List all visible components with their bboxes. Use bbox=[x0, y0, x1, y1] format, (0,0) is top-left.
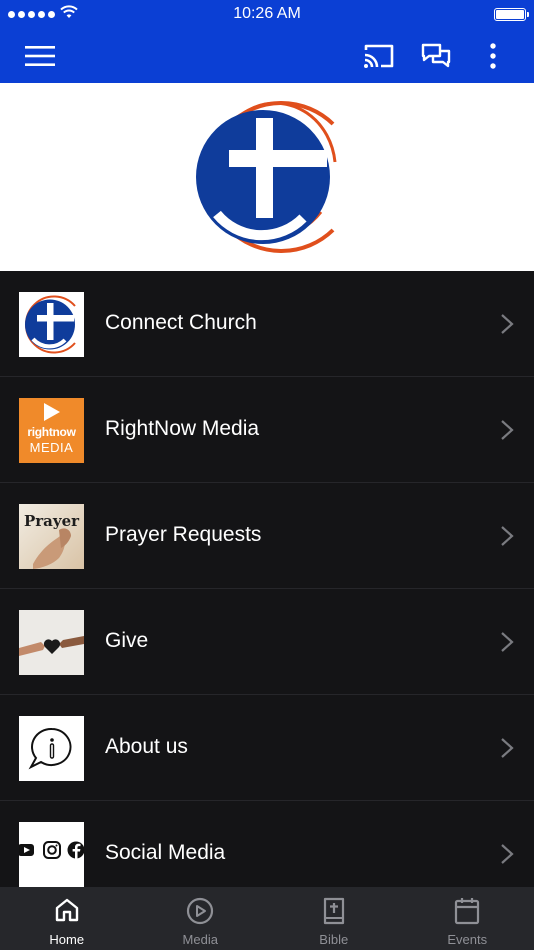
tab-media[interactable]: Media bbox=[134, 887, 268, 950]
chevron-right-icon bbox=[501, 526, 514, 546]
tab-events[interactable]: Events bbox=[401, 887, 534, 950]
menu-item-rightnow-media[interactable]: rightnow MEDIA RightNow Media bbox=[0, 377, 534, 483]
status-time: 10:26 AM bbox=[233, 5, 301, 22]
bible-icon bbox=[323, 897, 344, 925]
church-logo-thumb bbox=[19, 292, 84, 357]
tab-label: Home bbox=[49, 932, 85, 947]
play-circle-icon bbox=[187, 897, 214, 925]
calendar-icon bbox=[455, 898, 480, 925]
menu-item-label: RightNow Media bbox=[105, 417, 260, 440]
tab-bible[interactable]: Bible bbox=[267, 887, 401, 950]
menu-item-label: Prayer Requests bbox=[105, 523, 262, 546]
tab-label: Events bbox=[447, 932, 488, 947]
menu-item-label: Connect Church bbox=[105, 311, 257, 334]
tab-label: Media bbox=[182, 932, 218, 947]
battery-icon bbox=[494, 8, 529, 21]
home-icon bbox=[55, 898, 78, 922]
info-speech-bubble-icon bbox=[19, 716, 84, 781]
menu-item-give[interactable]: Give bbox=[0, 589, 534, 695]
cast-icon[interactable] bbox=[362, 39, 396, 73]
more-vertical-icon[interactable] bbox=[476, 39, 510, 73]
rightnow-text: rightnow bbox=[27, 425, 76, 439]
tab-label: Bible bbox=[319, 932, 349, 947]
give-heart-image bbox=[19, 610, 84, 675]
menu-item-social-media[interactable]: Social Media bbox=[0, 801, 534, 887]
menu-item-label: Social Media bbox=[105, 841, 226, 864]
chevron-right-icon bbox=[501, 632, 514, 652]
chevron-right-icon bbox=[501, 844, 514, 864]
menu-item-about-us[interactable]: About us bbox=[0, 695, 534, 801]
media-text: MEDIA bbox=[29, 440, 74, 455]
social-icons bbox=[19, 822, 84, 887]
rightnow-media-logo: rightnow MEDIA bbox=[19, 398, 84, 463]
menu-item-connect-church[interactable]: Connect Church bbox=[0, 271, 534, 377]
chevron-right-icon bbox=[501, 420, 514, 440]
chevron-right-icon bbox=[501, 314, 514, 334]
status-bar: 10:26 AM bbox=[0, 0, 534, 28]
prayer-image: Prayer bbox=[19, 504, 84, 569]
church-logo-banner bbox=[0, 83, 534, 271]
tab-home[interactable]: Home bbox=[0, 887, 134, 950]
chat-bubbles-icon[interactable] bbox=[419, 39, 453, 73]
app-bar bbox=[0, 28, 534, 83]
menu-item-label: About us bbox=[105, 735, 188, 758]
menu-item-prayer-requests[interactable]: Prayer Prayer Requests bbox=[0, 483, 534, 589]
bottom-tab-bar: Home Media Bible Events bbox=[0, 887, 534, 950]
menu-list: Connect Church rightnow MEDIA RightNow M… bbox=[0, 271, 534, 887]
church-logo bbox=[196, 101, 337, 253]
chevron-right-icon bbox=[501, 738, 514, 758]
hamburger-menu-icon[interactable] bbox=[23, 39, 57, 73]
menu-item-label: Give bbox=[105, 629, 149, 652]
prayer-text: Prayer bbox=[23, 512, 80, 530]
